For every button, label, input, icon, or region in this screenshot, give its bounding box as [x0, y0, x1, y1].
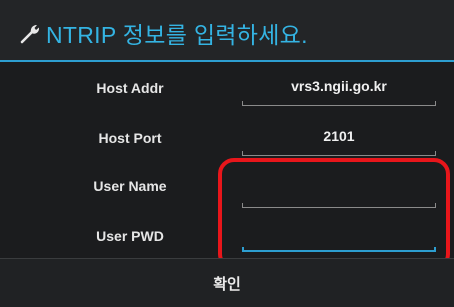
host-addr-label: Host Addr [96, 80, 164, 96]
ntrip-dialog: NTRIP 정보를 입력하세요. Host Addr vrs3.ngii.go.… [0, 0, 454, 307]
confirm-button-label: 확인 [213, 276, 241, 293]
host-port-input[interactable]: 2101 [242, 124, 436, 156]
host-addr-row: Host Addr vrs3.ngii.go.kr [0, 70, 454, 120]
confirm-button[interactable]: 확인 [0, 259, 454, 307]
red-highlight-annotation [218, 158, 450, 270]
host-addr-input[interactable]: vrs3.ngii.go.kr [242, 74, 436, 106]
host-port-underline-cap [435, 151, 436, 156]
host-port-underline [242, 155, 436, 156]
host-port-underline-cap [242, 151, 243, 156]
dialog-title-bar: NTRIP 정보를 입력하세요. [0, 0, 454, 60]
user-pwd-label: User PWD [96, 228, 164, 244]
host-addr-value: vrs3.ngii.go.kr [291, 78, 387, 94]
host-addr-underline-cap [242, 101, 243, 106]
host-addr-underline [242, 105, 436, 106]
host-port-label: Host Port [98, 130, 162, 146]
dialog-title: NTRIP 정보를 입력하세요. [46, 22, 308, 48]
host-port-value: 2101 [323, 128, 355, 144]
host-addr-underline-cap [435, 101, 436, 106]
wrench-icon [20, 25, 40, 44]
user-name-label: User Name [93, 178, 167, 194]
